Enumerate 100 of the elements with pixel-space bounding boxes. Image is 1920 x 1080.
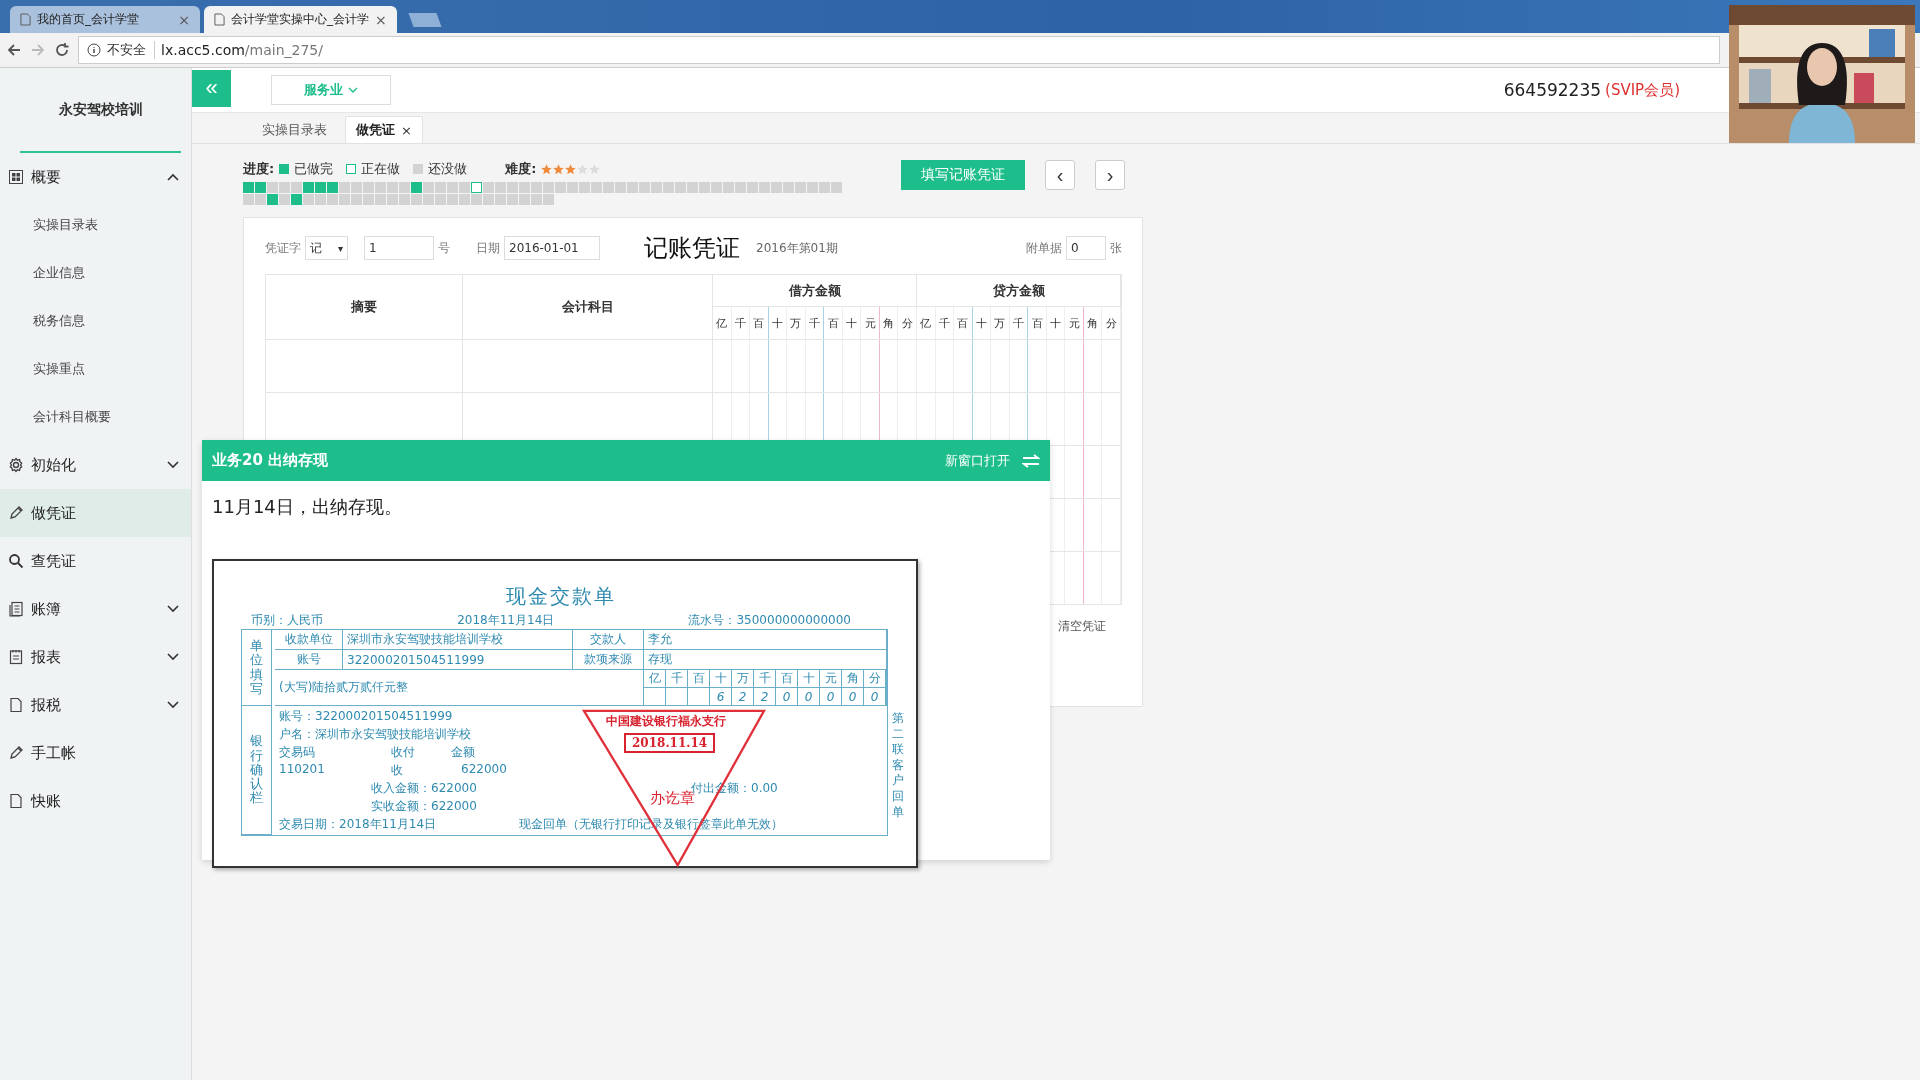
progress-cell[interactable] — [399, 182, 410, 193]
progress-cell[interactable] — [651, 182, 662, 193]
swap-icon[interactable] — [1022, 453, 1040, 468]
previous-button[interactable]: ‹ — [1045, 160, 1075, 190]
progress-cell[interactable] — [783, 182, 794, 193]
progress-cell[interactable] — [375, 194, 386, 205]
page-tab[interactable]: 做凭证 × — [345, 116, 423, 143]
table-cell[interactable] — [266, 340, 463, 393]
progress-cell[interactable] — [351, 182, 362, 193]
progress-cell[interactable] — [663, 182, 674, 193]
new-tab-button[interactable] — [408, 13, 442, 27]
tab-close-button[interactable]: × — [401, 122, 412, 138]
progress-cell[interactable] — [711, 182, 722, 193]
attachment-count-field[interactable]: 0 — [1066, 236, 1106, 260]
progress-cell[interactable] — [627, 182, 638, 193]
sidebar-subitem[interactable]: 税务信息 — [0, 297, 191, 345]
next-button[interactable]: › — [1095, 160, 1125, 190]
progress-cell[interactable] — [807, 182, 818, 193]
progress-cell[interactable] — [735, 182, 746, 193]
sidebar-subitem[interactable]: 企业信息 — [0, 249, 191, 297]
progress-cell[interactable] — [507, 182, 518, 193]
progress-cell[interactable] — [495, 194, 506, 205]
progress-cell[interactable] — [771, 182, 782, 193]
progress-cell[interactable] — [531, 194, 542, 205]
tab-close-button[interactable]: × — [178, 11, 190, 28]
sidebar-subitem[interactable]: 实操目录表 — [0, 201, 191, 249]
sidebar-item[interactable]: 初始化 — [0, 441, 191, 489]
sidebar-item[interactable]: 报税 — [0, 681, 191, 729]
sidebar-subitem[interactable]: 实操重点 — [0, 345, 191, 393]
browser-tab[interactable]: 我的首页_会计学堂 × — [10, 6, 200, 33]
progress-cell[interactable] — [315, 194, 326, 205]
tab-close-button[interactable]: × — [375, 11, 387, 28]
sidebar-item[interactable]: 账簿 — [0, 585, 191, 633]
progress-cell[interactable] — [687, 182, 698, 193]
progress-cell[interactable] — [531, 182, 542, 193]
progress-cell[interactable] — [567, 182, 578, 193]
progress-cell[interactable] — [603, 182, 614, 193]
back-icon[interactable] — [6, 42, 22, 58]
sidebar-item[interactable]: 查凭证 — [0, 537, 191, 585]
table-cell[interactable] — [463, 340, 713, 393]
sidebar-item[interactable]: 概要 — [0, 153, 191, 201]
progress-cell[interactable] — [327, 194, 338, 205]
progress-cell[interactable] — [471, 182, 482, 193]
progress-cell[interactable] — [795, 182, 806, 193]
info-icon[interactable] — [87, 43, 101, 57]
date-field[interactable]: 2016-01-01 — [504, 236, 600, 260]
progress-cell[interactable] — [507, 194, 518, 205]
progress-cell[interactable] — [747, 182, 758, 193]
progress-cell[interactable] — [363, 182, 374, 193]
progress-cell[interactable] — [387, 194, 398, 205]
progress-cell[interactable] — [543, 182, 554, 193]
progress-cell[interactable] — [303, 182, 314, 193]
progress-cell[interactable] — [459, 194, 470, 205]
sidebar-item[interactable]: 报表 — [0, 633, 191, 681]
progress-cell[interactable] — [411, 182, 422, 193]
sidebar-subitem[interactable]: 会计科目概要 — [0, 393, 191, 441]
progress-cell[interactable] — [387, 182, 398, 193]
sidebar-item[interactable]: 做凭证 — [0, 489, 191, 537]
clear-voucher-button[interactable]: 清空凭证 — [1052, 617, 1112, 636]
progress-cell[interactable] — [459, 182, 470, 193]
progress-cell[interactable] — [243, 182, 254, 193]
progress-cell[interactable] — [303, 194, 314, 205]
address-field[interactable]: 不安全 lx.acc5.com/main_275/ — [78, 36, 1720, 64]
progress-cell[interactable] — [255, 182, 266, 193]
progress-cell[interactable] — [519, 194, 530, 205]
progress-cell[interactable] — [339, 194, 350, 205]
voucher-type-select[interactable]: 记 ▾ — [305, 236, 348, 260]
progress-cell[interactable] — [351, 194, 362, 205]
progress-cell[interactable] — [543, 194, 554, 205]
progress-cell[interactable] — [339, 182, 350, 193]
progress-cell[interactable] — [435, 182, 446, 193]
progress-cell[interactable] — [615, 182, 626, 193]
progress-cell[interactable] — [483, 182, 494, 193]
progress-cell[interactable] — [495, 182, 506, 193]
progress-cell[interactable] — [423, 182, 434, 193]
progress-cell[interactable] — [399, 194, 410, 205]
progress-cell[interactable] — [555, 182, 566, 193]
progress-cell[interactable] — [279, 182, 290, 193]
progress-cell[interactable] — [279, 194, 290, 205]
progress-cell[interactable] — [411, 194, 422, 205]
voucher-number-field[interactable]: 1 — [364, 236, 434, 260]
progress-cell[interactable] — [267, 194, 278, 205]
progress-cell[interactable] — [291, 194, 302, 205]
reload-icon[interactable] — [54, 42, 70, 58]
progress-cell[interactable] — [267, 182, 278, 193]
browser-tab[interactable]: 会计学堂实操中心_会计学 × — [204, 6, 397, 33]
progress-cell[interactable] — [255, 194, 266, 205]
progress-cell[interactable] — [639, 182, 650, 193]
progress-cell[interactable] — [675, 182, 686, 193]
progress-cell[interactable] — [483, 194, 494, 205]
progress-cell[interactable] — [831, 182, 842, 193]
forward-icon[interactable] — [30, 42, 46, 58]
progress-cell[interactable] — [291, 182, 302, 193]
progress-cell[interactable] — [447, 194, 458, 205]
sidebar-item[interactable]: 手工帐 — [0, 729, 191, 777]
progress-cell[interactable] — [435, 194, 446, 205]
page-tab[interactable]: 实操目录表 — [252, 117, 337, 143]
progress-cell[interactable] — [363, 194, 374, 205]
progress-cell[interactable] — [375, 182, 386, 193]
progress-cell[interactable] — [423, 194, 434, 205]
